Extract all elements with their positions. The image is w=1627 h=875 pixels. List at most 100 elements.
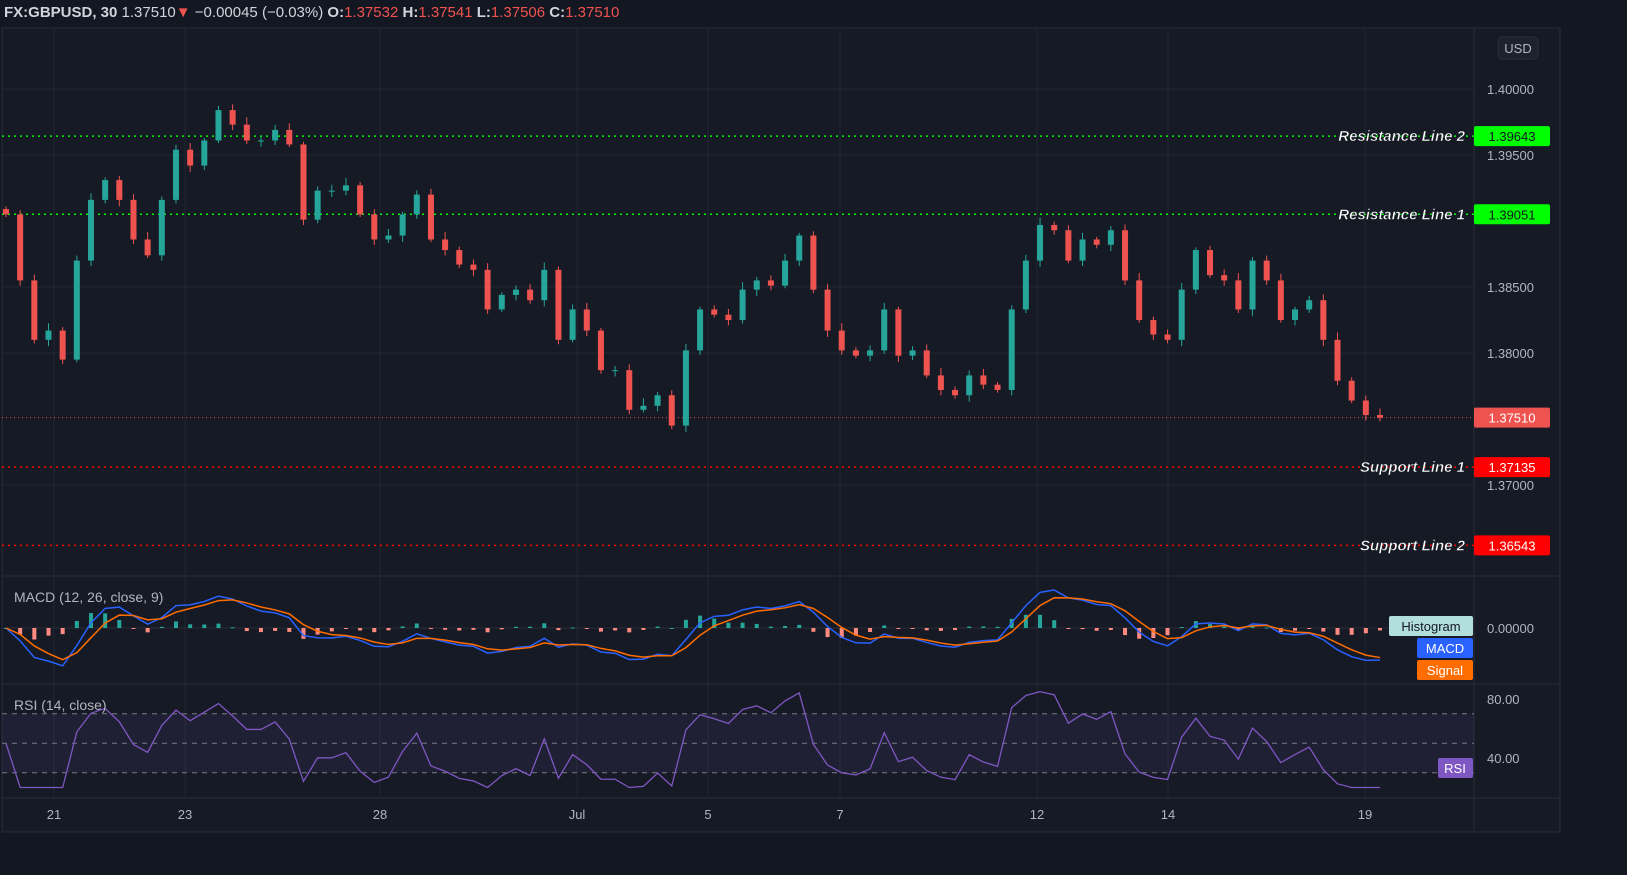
candle-body bbox=[824, 289, 831, 331]
candle-body bbox=[1079, 239, 1086, 261]
candle-body bbox=[314, 190, 321, 220]
candle-body bbox=[909, 350, 916, 356]
candle-body bbox=[697, 309, 704, 351]
price-chart[interactable]: USD 1.400001.395001.385001.380001.37000 … bbox=[0, 0, 1627, 875]
candle-body bbox=[1051, 224, 1058, 231]
candle-body bbox=[895, 309, 902, 356]
macd-histogram-bar bbox=[1222, 626, 1227, 628]
candle-body bbox=[87, 199, 94, 261]
candle-body bbox=[442, 239, 449, 251]
macd-histogram-bar bbox=[868, 628, 873, 632]
candle-body bbox=[952, 389, 959, 396]
macd-zero-tick: 0.00000 bbox=[1487, 621, 1534, 636]
macd-histogram-bar bbox=[103, 613, 108, 628]
candle-body bbox=[484, 269, 491, 310]
candle-body bbox=[116, 180, 123, 200]
currency-button[interactable]: USD bbox=[1497, 36, 1539, 60]
candle-body bbox=[45, 330, 52, 340]
macd-histogram-bar bbox=[329, 628, 334, 632]
candle-body bbox=[1178, 289, 1185, 340]
macd-title[interactable]: MACD (12, 26, close, 9) bbox=[14, 589, 163, 605]
candle-body bbox=[682, 350, 689, 426]
macd-histogram-bar bbox=[1080, 628, 1085, 630]
candle-body bbox=[711, 309, 718, 315]
candle-body bbox=[130, 199, 137, 240]
candle-body bbox=[1362, 400, 1369, 416]
rsi-title[interactable]: RSI (14, close) bbox=[14, 697, 107, 713]
macd-histogram-bar bbox=[131, 628, 136, 629]
candle-body bbox=[498, 294, 505, 310]
candle-body bbox=[427, 194, 434, 240]
macd-histogram-bar bbox=[400, 626, 405, 628]
candle-body bbox=[286, 129, 293, 145]
candle-body bbox=[1065, 230, 1072, 261]
macd-histogram-bar bbox=[173, 621, 178, 628]
macd-histogram-bar bbox=[273, 628, 278, 631]
macd-histogram-bar bbox=[1307, 628, 1312, 629]
candle-body bbox=[385, 235, 392, 240]
candle-body bbox=[541, 269, 548, 301]
candle-body bbox=[1122, 230, 1129, 281]
macd-histogram-bar bbox=[768, 626, 773, 628]
macd-histogram-bar bbox=[428, 628, 433, 629]
time-tick-label: Jul bbox=[569, 807, 586, 822]
level-price-value: 1.39643 bbox=[1489, 129, 1536, 144]
candle-body bbox=[342, 185, 349, 191]
candle-body bbox=[838, 330, 845, 351]
macd-histogram-bar bbox=[627, 628, 632, 633]
macd-histogram-bar bbox=[443, 628, 448, 630]
macd-histogram-bar bbox=[1165, 628, 1170, 636]
candle-body bbox=[300, 144, 307, 220]
time-tick-label: 23 bbox=[178, 807, 192, 822]
candle-body bbox=[782, 260, 789, 286]
time-tick-label: 7 bbox=[836, 807, 843, 822]
candle-body bbox=[243, 124, 250, 141]
candle-body bbox=[569, 309, 576, 340]
macd-histogram-bar bbox=[513, 626, 518, 628]
candle-body bbox=[1093, 239, 1100, 245]
candle-body bbox=[668, 395, 675, 426]
macd-histogram-bar bbox=[1179, 626, 1184, 628]
macd-histogram-bar bbox=[981, 626, 986, 628]
macd-histogram-bar bbox=[528, 626, 533, 628]
candle-body bbox=[512, 289, 519, 295]
candle-body bbox=[1136, 280, 1143, 320]
macd-histogram-bar bbox=[1108, 628, 1113, 630]
candle-body bbox=[881, 309, 888, 351]
macd-histogram-bar bbox=[967, 626, 972, 628]
candle-body bbox=[937, 375, 944, 390]
macd-histogram-bar bbox=[1349, 628, 1354, 635]
macd-histogram-bar bbox=[1293, 628, 1298, 631]
macd-histogram-bar bbox=[1052, 620, 1057, 628]
macd-histogram-bar bbox=[372, 628, 377, 633]
candle-body bbox=[1348, 380, 1355, 401]
macd-histogram-bar bbox=[358, 628, 363, 631]
chart-frame bbox=[1, 27, 1561, 833]
candle-body bbox=[3, 209, 9, 215]
macd-histogram-bar bbox=[953, 628, 958, 631]
candle-body bbox=[810, 235, 817, 290]
macd-histogram-bar bbox=[216, 623, 221, 628]
candle-body bbox=[923, 350, 930, 376]
level-price-value: 1.37135 bbox=[1489, 460, 1536, 475]
macd-histogram-bar bbox=[60, 628, 65, 635]
candle-body bbox=[357, 185, 364, 215]
chart-window: FX:GBPUSD, 30 1.37510▼ −0.00045 (−0.03%)… bbox=[0, 0, 1627, 875]
candle-body bbox=[413, 194, 420, 215]
current-price-value: 1.37510 bbox=[1489, 411, 1536, 426]
macd-histogram-bar bbox=[726, 622, 731, 628]
price-tick-label: 1.40000 bbox=[1487, 82, 1534, 97]
macd-histogram-bar bbox=[471, 628, 476, 630]
candle-body bbox=[257, 140, 264, 142]
macd-legend-label: Signal bbox=[1427, 663, 1463, 678]
candle-body bbox=[31, 280, 38, 340]
candle-body bbox=[1207, 250, 1214, 276]
candle-body bbox=[1277, 280, 1284, 320]
candle-body bbox=[527, 289, 534, 301]
candle-body bbox=[867, 350, 874, 356]
macd-histogram-bar bbox=[74, 620, 79, 628]
macd-histogram-bar bbox=[230, 627, 235, 629]
macd-histogram-bar bbox=[598, 628, 603, 632]
macd-histogram-bar bbox=[1321, 628, 1326, 632]
candle-body bbox=[980, 375, 987, 385]
